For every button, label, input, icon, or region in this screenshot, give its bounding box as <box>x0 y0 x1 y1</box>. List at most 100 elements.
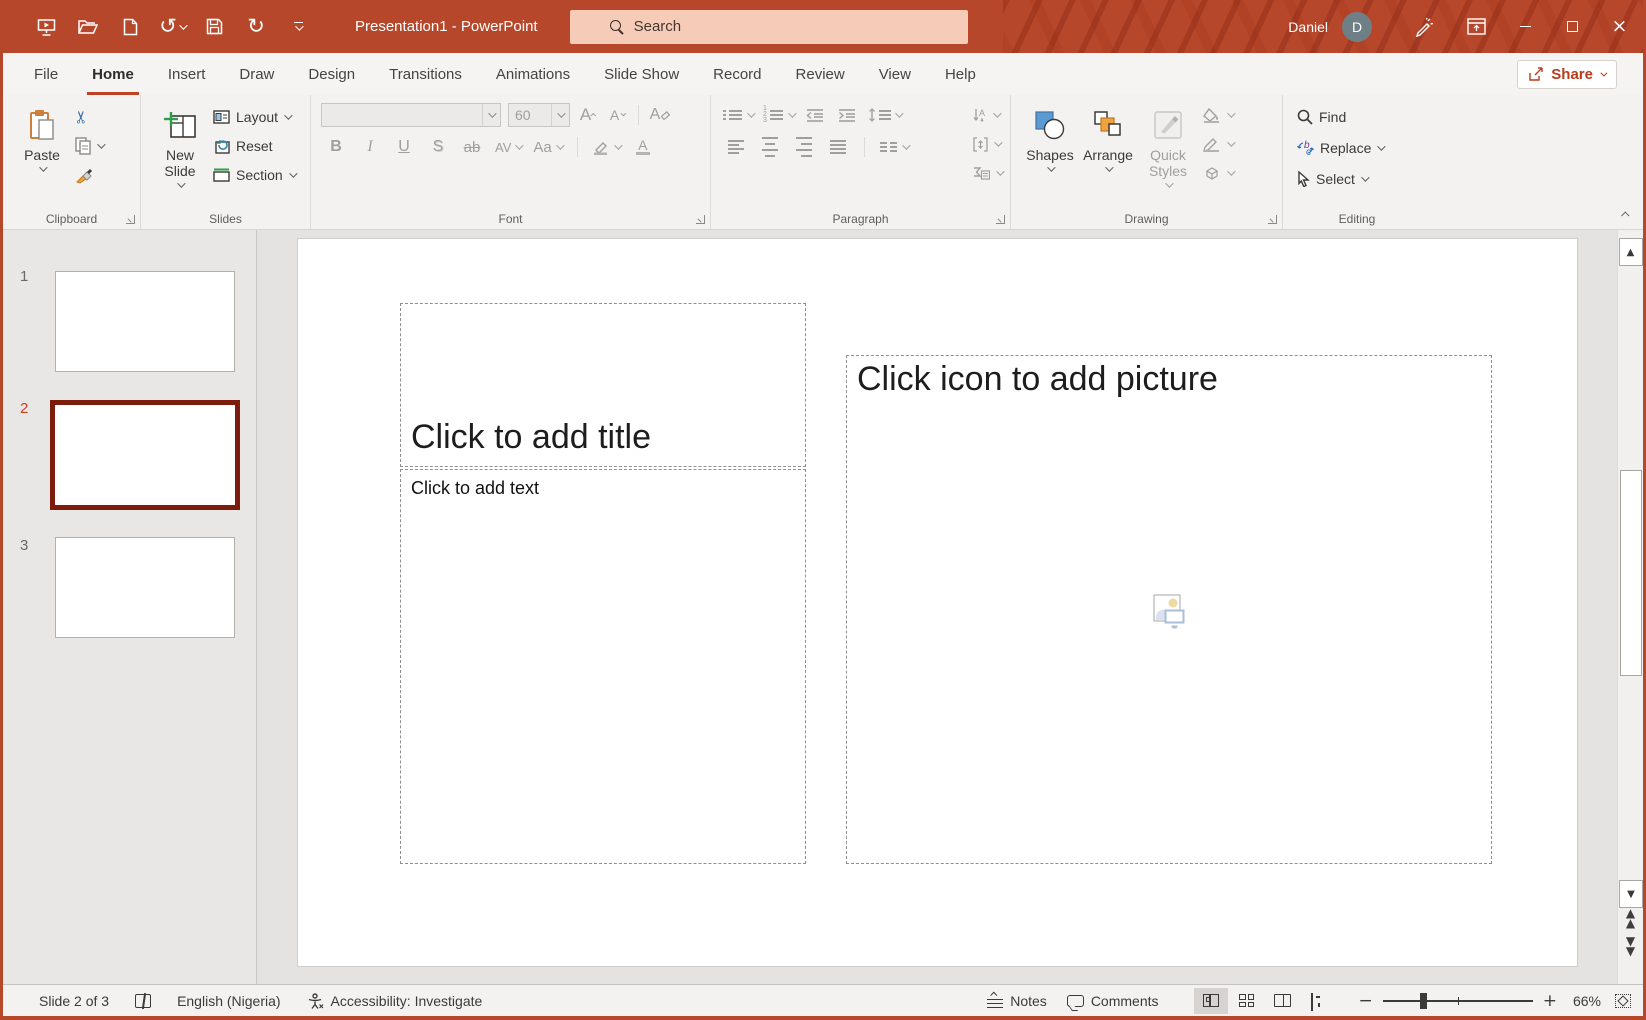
customize-quick-access-toolbar-button[interactable] <box>277 7 319 47</box>
picture-placeholder[interactable]: Click icon to add picture <box>846 355 1492 864</box>
save-button[interactable] <box>193 7 235 47</box>
collapse-ribbon-button[interactable] <box>1623 205 1629 223</box>
paste-dropdown-chevron[interactable] <box>39 163 47 171</box>
title-placeholder[interactable]: Click to add title <box>400 303 806 467</box>
reading-view-button[interactable] <box>1266 988 1300 1014</box>
shape-fill-button <box>1203 103 1233 127</box>
find-button[interactable]: Find <box>1297 105 1383 129</box>
slide-canvas[interactable]: Click to add title Click to add text Cli… <box>297 238 1578 967</box>
normal-view-button[interactable] <box>1194 988 1228 1014</box>
paste-button[interactable]: Paste <box>13 103 71 172</box>
scrollbar-thumb[interactable] <box>1620 470 1642 676</box>
ribbon-display-options-button[interactable] <box>1450 0 1502 53</box>
select-dropdown-chevron[interactable] <box>1361 173 1369 181</box>
comments-button[interactable]: Comments <box>1067 993 1159 1009</box>
language-button[interactable]: English (Nigeria) <box>177 993 280 1009</box>
tab-help[interactable]: Help <box>928 53 993 95</box>
scroll-down-button[interactable]: ▼ <box>1619 880 1643 908</box>
paste-icon <box>28 107 56 143</box>
redo-button[interactable]: ↻ <box>235 7 277 47</box>
slide-sorter-view-button[interactable] <box>1230 988 1264 1014</box>
slide-thumbnail-panel: 1 2 3 <box>3 230 257 984</box>
slide-1-thumbnail[interactable] <box>55 271 235 372</box>
ribbon-tab-bar: File Home Insert Draw Design Transitions… <box>3 53 1643 95</box>
shapes-dropdown-chevron[interactable] <box>1047 163 1055 171</box>
tab-design[interactable]: Design <box>291 53 372 95</box>
format-painter-icon <box>75 166 95 184</box>
layout-dropdown-chevron[interactable] <box>284 111 292 119</box>
reset-button[interactable]: Reset <box>213 134 295 158</box>
comments-icon <box>1067 995 1084 1007</box>
maximize-button[interactable] <box>1549 0 1596 53</box>
drawing-dialog-launcher[interactable] <box>1268 215 1277 224</box>
section-dropdown-chevron[interactable] <box>289 169 297 177</box>
shapes-button[interactable]: Shapes <box>1021 103 1079 172</box>
tab-record[interactable]: Record <box>696 53 778 95</box>
select-button[interactable]: Select <box>1297 167 1383 191</box>
fit-slide-to-window-button[interactable] <box>1615 994 1631 1008</box>
slide-3-thumbnail[interactable] <box>55 537 235 638</box>
tab-file[interactable]: File <box>17 53 75 95</box>
share-button[interactable]: Share <box>1517 60 1617 89</box>
tab-home[interactable]: Home <box>75 53 151 95</box>
arrange-button[interactable]: Arrange <box>1079 103 1137 172</box>
user-avatar[interactable]: D <box>1342 12 1372 42</box>
undo-button[interactable]: ↺ <box>151 7 193 47</box>
zoom-level[interactable]: 66% <box>1557 993 1601 1009</box>
accessibility-checker-button[interactable]: Accessibility: Investigate <box>307 993 483 1009</box>
minimize-button[interactable] <box>1502 0 1549 53</box>
tab-insert[interactable]: Insert <box>151 53 223 95</box>
replace-button[interactable]: bc Replace <box>1297 136 1383 160</box>
title-placeholder-text: Click to add title <box>401 418 651 466</box>
next-slide-button[interactable]: ▼▼ <box>1618 936 1643 956</box>
zoom-in-button[interactable]: + <box>1543 991 1557 1011</box>
tab-draw[interactable]: Draw <box>222 53 291 95</box>
previous-slide-button[interactable]: ▲▲ <box>1618 908 1643 928</box>
slideshow-view-button[interactable] <box>1302 988 1336 1014</box>
paragraph-group-label: Paragraph <box>711 212 1010 226</box>
copy-button[interactable] <box>75 134 103 158</box>
font-group: A A A B I U S ab AV Aa <box>311 95 711 229</box>
open-file-button[interactable] <box>67 7 109 47</box>
search-input[interactable] <box>634 18 884 35</box>
clear-formatting-button: A <box>649 103 671 127</box>
slide-2-thumbnail[interactable] <box>50 400 240 510</box>
vertical-scrollbar[interactable]: ▲ ▼ ▲▲ ▼▼ <box>1617 230 1643 984</box>
tab-slide-show[interactable]: Slide Show <box>587 53 696 95</box>
reading-view-icon <box>1274 994 1291 1007</box>
insert-picture-icon[interactable] <box>1154 594 1185 625</box>
zoom-slider-handle[interactable] <box>1420 993 1427 1009</box>
quick-access-toolbar: ↺ ↻ <box>25 7 319 47</box>
tab-animations[interactable]: Animations <box>479 53 587 95</box>
drawing-group: Shapes Arrange Quick Styles <box>1011 95 1283 229</box>
coming-soon-button[interactable] <box>1398 0 1450 53</box>
section-button[interactable]: Section <box>213 163 295 187</box>
copy-dropdown-chevron[interactable] <box>97 140 105 148</box>
new-slide-button[interactable]: New Slide <box>151 103 209 188</box>
arrange-dropdown-chevron[interactable] <box>1105 163 1113 171</box>
tab-transitions[interactable]: Transitions <box>372 53 479 95</box>
replace-dropdown-chevron[interactable] <box>1378 142 1386 150</box>
cut-button[interactable]: ✂ <box>75 105 103 129</box>
zoom-slider[interactable] <box>1383 993 1533 1009</box>
share-dropdown-chevron[interactable] <box>1600 69 1607 76</box>
undo-dropdown-chevron[interactable] <box>179 21 187 29</box>
body-text-placeholder[interactable]: Click to add text <box>400 469 806 864</box>
paragraph-group: 123 <box>711 95 1011 229</box>
tab-view[interactable]: View <box>862 53 928 95</box>
start-slideshow-button[interactable] <box>25 7 67 47</box>
layout-button[interactable]: Layout <box>213 105 295 129</box>
format-painter-button[interactable] <box>75 163 103 187</box>
close-button[interactable]: × <box>1596 0 1643 53</box>
notes-button[interactable]: Notes <box>987 993 1047 1009</box>
spell-check-button[interactable] <box>135 994 151 1008</box>
tab-review[interactable]: Review <box>779 53 862 95</box>
clipboard-dialog-launcher[interactable] <box>126 215 135 224</box>
scroll-up-button[interactable]: ▲ <box>1619 238 1643 266</box>
font-dialog-launcher[interactable] <box>696 215 705 224</box>
new-file-button[interactable] <box>109 7 151 47</box>
new-slide-dropdown-chevron[interactable] <box>177 179 185 187</box>
zoom-out-button[interactable]: − <box>1359 991 1373 1011</box>
paragraph-dialog-launcher[interactable] <box>996 215 1005 224</box>
search-box[interactable] <box>570 10 968 44</box>
